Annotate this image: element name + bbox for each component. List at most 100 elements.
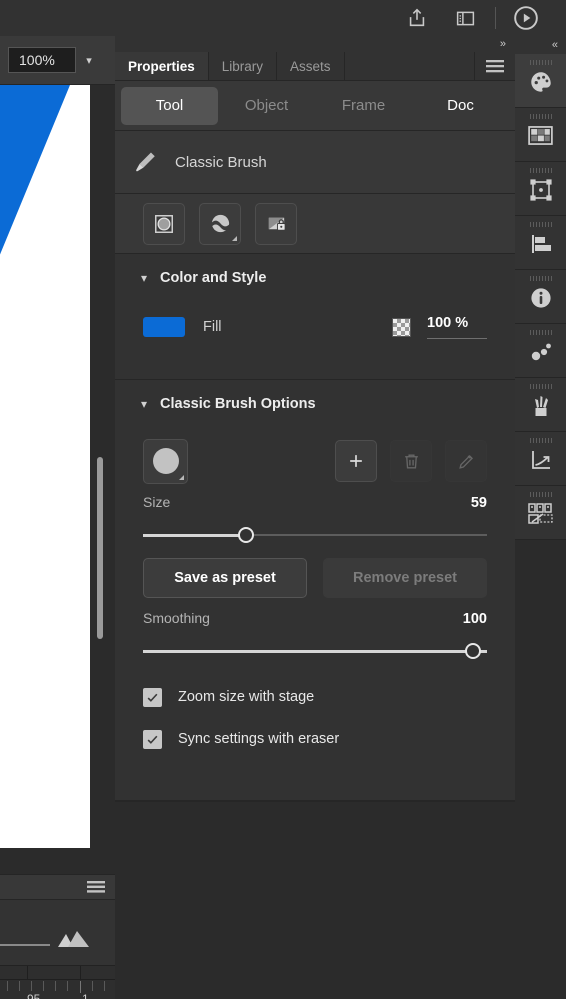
brush-mode-icon[interactable] xyxy=(143,202,185,245)
rail-item-transform[interactable] xyxy=(515,162,566,216)
tool-mode-buttons xyxy=(115,194,515,254)
hamburger-menu-icon xyxy=(486,59,504,72)
motion-editor-icon xyxy=(529,448,553,477)
fill-color-swatch[interactable] xyxy=(143,317,185,337)
smoothing-label: Smoothing xyxy=(143,610,210,626)
section-title: Color and Style xyxy=(160,270,267,286)
rail-item-swatches[interactable] xyxy=(515,108,566,162)
size-value[interactable]: 59 xyxy=(471,495,487,511)
segment-label: Doc xyxy=(447,97,474,114)
swatches-icon xyxy=(528,126,553,150)
objects-icon xyxy=(529,341,553,368)
lock-fill-icon[interactable] xyxy=(255,202,297,245)
expand-panels-icon[interactable]: » xyxy=(500,38,506,50)
play-icon[interactable] xyxy=(502,0,550,36)
app-window: 100% ▾ 95 1 » Properties Library Assets … xyxy=(0,0,566,999)
drag-grip-icon[interactable] xyxy=(529,438,552,443)
color-and-style-section: ▾ Color and Style Fill 100 % xyxy=(115,254,515,380)
drag-grip-icon[interactable] xyxy=(529,168,552,173)
checkbox[interactable] xyxy=(143,687,162,707)
panel-layout-icon[interactable] xyxy=(441,0,489,36)
smoothing-value[interactable]: 100 xyxy=(463,611,487,627)
tab-library[interactable]: Library xyxy=(209,52,278,80)
chevron-down-icon[interactable]: ▾ xyxy=(141,271,147,285)
chevron-down-icon[interactable]: ▾ xyxy=(76,47,102,73)
timeline-ruler[interactable]: 95 1 xyxy=(0,966,115,999)
drag-grip-icon[interactable] xyxy=(529,492,552,497)
size-label-row: Size 59 xyxy=(143,494,487,524)
tab-label: Assets xyxy=(290,58,331,74)
toolbar-divider xyxy=(495,7,496,29)
collapse-panels-icon[interactable]: « xyxy=(552,39,558,51)
timeline-rule-line xyxy=(0,944,50,946)
drag-grip-icon[interactable] xyxy=(529,330,552,335)
timeline-panel: 95 1 xyxy=(0,848,115,999)
rail-item-motion-editor[interactable] xyxy=(515,432,566,486)
timeline-header xyxy=(0,874,115,900)
drag-grip-icon[interactable] xyxy=(529,114,552,119)
stage-area[interactable] xyxy=(0,85,115,848)
timeline-frame-number: 95 xyxy=(27,992,41,999)
rail-item-brush-library[interactable] xyxy=(515,378,566,432)
segment-label: Object xyxy=(244,97,289,114)
hamburger-menu-icon[interactable] xyxy=(87,880,105,894)
fill-opacity-value[interactable]: 100 % xyxy=(427,315,487,339)
tab-properties[interactable]: Properties xyxy=(115,52,209,80)
tab-bar-spacer xyxy=(345,52,475,80)
smoothing-label-row: Smoothing 100 xyxy=(143,610,487,640)
drag-grip-icon[interactable] xyxy=(529,60,552,65)
smoothing-slider-thumb[interactable] xyxy=(465,643,482,659)
preset-action-row: Save as preset Remove preset xyxy=(115,546,515,610)
button-label: Remove preset xyxy=(353,570,457,586)
zoom-size-with-stage-row[interactable]: Zoom size with stage xyxy=(115,676,515,718)
drag-grip-icon[interactable] xyxy=(529,222,552,227)
sync-settings-with-eraser-row[interactable]: Sync settings with eraser xyxy=(115,718,515,760)
segment-label: Frame xyxy=(341,97,386,114)
info-icon xyxy=(529,286,553,315)
brush-library-icon xyxy=(529,394,553,423)
size-label: Size xyxy=(143,494,171,510)
size-slider[interactable] xyxy=(143,524,487,546)
panel-menu-button[interactable] xyxy=(475,52,515,80)
rail-item-frame-picker[interactable] xyxy=(515,486,566,540)
segment-object[interactable]: Object xyxy=(218,87,315,125)
checkbox[interactable] xyxy=(143,729,162,749)
drag-grip-icon[interactable] xyxy=(529,276,552,281)
blend-mode-icon[interactable] xyxy=(199,202,241,245)
brush-preset-row xyxy=(115,428,515,494)
size-slider-thumb[interactable] xyxy=(238,527,255,543)
brush-tip-shape-icon xyxy=(152,448,179,474)
stage-column: 100% ▾ 95 1 xyxy=(0,36,115,999)
segment-tool[interactable]: Tool xyxy=(121,86,218,125)
rail-item-objects[interactable] xyxy=(515,324,566,378)
segment-label: Tool xyxy=(155,97,184,114)
onion-skin-icon[interactable] xyxy=(56,928,90,948)
tab-assets[interactable]: Assets xyxy=(277,52,345,80)
checkbox-label: Sync settings with eraser xyxy=(178,731,340,747)
segment-frame[interactable]: Frame xyxy=(315,87,412,125)
checkerboard-icon xyxy=(392,317,411,337)
properties-panel: » Properties Library Assets Tool Object … xyxy=(115,36,515,999)
timeline-toolbar xyxy=(0,900,115,966)
zoom-level-input[interactable]: 100% xyxy=(8,47,76,73)
current-tool-row: Classic Brush xyxy=(115,131,515,194)
save-as-preset-button[interactable]: Save as preset xyxy=(143,558,307,598)
smoothing-slider[interactable] xyxy=(143,640,487,662)
panel-tab-bar: Properties Library Assets xyxy=(115,52,515,81)
rail-item-info[interactable] xyxy=(515,270,566,324)
brush-options-header[interactable]: ▾ Classic Brush Options xyxy=(115,380,515,428)
add-preset-button[interactable] xyxy=(335,440,377,482)
timeline-frame-number: 1 xyxy=(82,992,89,999)
rail-item-color[interactable] xyxy=(515,54,566,108)
transform-icon xyxy=(529,178,553,207)
chevron-down-icon[interactable]: ▾ xyxy=(141,397,147,411)
share-icon[interactable] xyxy=(393,0,441,36)
segment-doc[interactable]: Doc xyxy=(412,87,509,125)
classic-brush-options-section: ▾ Classic Brush Options Size 59 Save as … xyxy=(115,380,515,801)
brush-tip-swatch[interactable] xyxy=(143,438,188,484)
color-and-style-header[interactable]: ▾ Color and Style xyxy=(115,254,515,302)
rail-item-align[interactable] xyxy=(515,216,566,270)
stage-vertical-scrollbar[interactable] xyxy=(97,457,103,639)
drag-grip-icon[interactable] xyxy=(529,384,552,389)
canvas[interactable] xyxy=(0,85,90,848)
